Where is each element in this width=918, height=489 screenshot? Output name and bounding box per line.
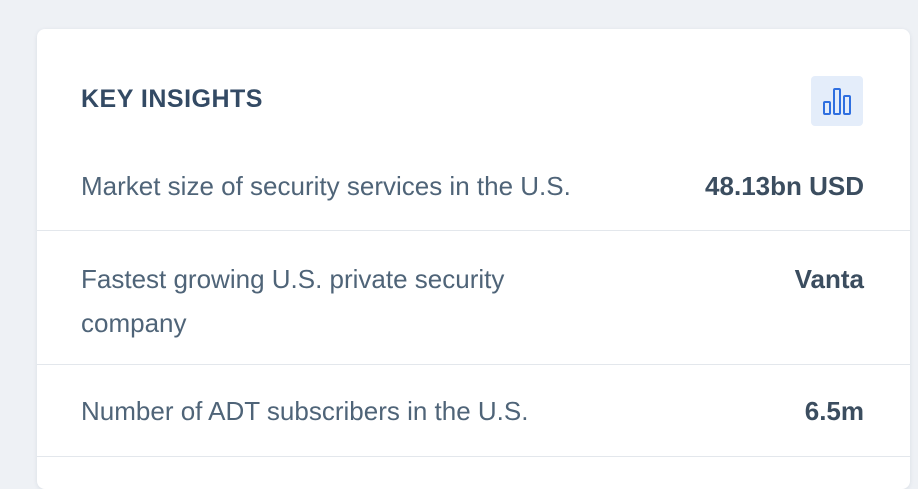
insight-row-adt-subscribers: Number of ADT subscribers in the U.S. 6.… [37,365,910,457]
insight-value: Vanta [794,264,864,294]
key-insights-card: KEY INSIGHTS Market size of security ser… [37,29,910,489]
insight-row-market-size: Market size of security services in the … [37,145,910,231]
insight-value: 6.5m [804,396,864,426]
insight-value: 48.13bn USD [705,171,864,201]
insight-label: Fastest growing U.S. private security co… [81,264,505,338]
card-header: KEY INSIGHTS [37,29,910,145]
bar-chart-icon [823,88,851,115]
insight-label: Market size of security services in the … [81,171,571,201]
card-title: KEY INSIGHTS [81,85,263,113]
statistics-button[interactable] [811,76,863,126]
insight-label: Number of ADT subscribers in the U.S. [81,396,529,426]
insight-row-fastest-growing: Fastest growing U.S. private security co… [37,231,910,365]
